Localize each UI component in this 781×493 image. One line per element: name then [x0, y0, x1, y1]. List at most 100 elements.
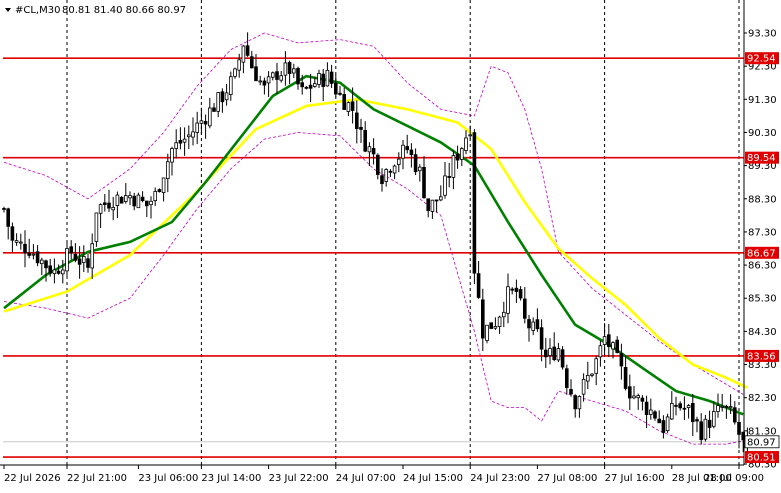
candle-body: [86, 258, 90, 268]
candle-body: [417, 166, 422, 172]
candle-body: [153, 191, 158, 202]
candle-body: [35, 251, 40, 264]
candle-body: [10, 226, 15, 241]
candle[interactable]: [560, 346, 565, 370]
candle-body: [296, 68, 300, 85]
candle-body: [552, 346, 556, 361]
candle-body: [342, 94, 346, 110]
level-price-tag-text: 92.54: [747, 54, 776, 65]
candle[interactable]: [485, 324, 489, 344]
candle-body: [678, 403, 682, 409]
level-price-tag-text: 83.56: [747, 351, 776, 362]
level-price-tag: 83.56: [745, 349, 779, 362]
candle-body: [375, 154, 380, 175]
candle-body: [128, 195, 132, 199]
candle-body: [598, 345, 603, 358]
candle-body: [619, 353, 624, 367]
candle-body: [560, 349, 565, 368]
candle-body: [388, 170, 393, 173]
level-price-tag: 86.67: [745, 246, 779, 259]
candle-body: [640, 397, 645, 402]
candle-body: [422, 166, 426, 199]
candle-body: [586, 374, 590, 382]
candle-body: [363, 129, 367, 152]
x-tick-label: 24 Jul 23:00: [470, 473, 530, 484]
candle-body: [468, 134, 472, 137]
candle-body: [2, 208, 6, 210]
candle-body: [544, 349, 548, 358]
candle-body: [594, 358, 598, 374]
last-price-tag: 80.97: [744, 435, 780, 448]
candle-body: [632, 395, 636, 399]
candle-body: [628, 386, 632, 399]
candle-body: [103, 202, 107, 205]
candle-body: [233, 68, 237, 77]
candle-body: [304, 86, 309, 89]
candle-body: [258, 80, 262, 83]
candle-body: [531, 321, 535, 331]
price-chart[interactable]: 93.30 92.30 91.30 90.30 89.30 88.30 87.30 86.30…: [0, 0, 781, 489]
candle-body: [149, 200, 153, 206]
candle-body: [447, 176, 451, 178]
chart-canvas[interactable]: 93.3092.3091.3090.3089.3088.3087.3086.30…: [0, 0, 781, 489]
candle-body: [699, 421, 703, 440]
candle-body: [380, 175, 384, 185]
candle-body: [716, 405, 720, 412]
candle-body: [451, 155, 456, 178]
candle-body: [733, 407, 737, 423]
candle-body: [31, 253, 36, 256]
candle-body: [279, 75, 283, 81]
candle-body: [455, 153, 460, 161]
candle-body: [535, 319, 540, 330]
candle[interactable]: [119, 196, 124, 204]
candle-body: [132, 195, 137, 207]
candle-body: [283, 62, 288, 76]
y-tick-label: 87.30: [748, 227, 777, 238]
candle[interactable]: [94, 212, 99, 247]
candle[interactable]: [136, 192, 141, 209]
candle-body: [40, 259, 44, 265]
candle-body: [144, 200, 149, 207]
x-tick-label: 22 Jul 2026: [4, 473, 61, 484]
candle-body: [611, 342, 615, 350]
candle[interactable]: [472, 129, 477, 284]
candle-body: [333, 82, 338, 95]
candle-body: [266, 76, 271, 84]
candle-body: [220, 91, 225, 103]
candle[interactable]: [703, 414, 708, 442]
candle-body: [275, 71, 279, 80]
candle-body: [27, 252, 31, 256]
candle-body: [262, 80, 267, 86]
candle-body: [464, 137, 468, 151]
candle-body: [384, 169, 388, 182]
candle-body: [737, 422, 741, 435]
candle[interactable]: [489, 322, 493, 329]
level-price-tag-text: 86.67: [747, 248, 776, 259]
candle-body: [670, 403, 674, 420]
candle-body: [518, 289, 523, 299]
candle-body: [77, 258, 82, 265]
candle-body: [350, 101, 355, 111]
candle-body: [136, 194, 141, 209]
candle-body: [712, 411, 716, 427]
x-tick-label: 28 Jul 09:00: [704, 473, 764, 484]
level-price-tag: 89.54: [745, 151, 779, 164]
candle-body: [23, 243, 27, 254]
candle-body: [430, 199, 435, 212]
level-price-tag-text: 89.54: [747, 153, 776, 164]
ohlc-readout: 80.81 81.40 80.66 80.97: [62, 5, 186, 16]
candle-body: [90, 243, 95, 269]
candle-body: [182, 138, 187, 143]
candle[interactable]: [665, 413, 670, 433]
candle-body: [367, 146, 372, 153]
level-price-tag: 80.51: [745, 451, 779, 464]
candle-body: [602, 336, 607, 345]
candle-body: [665, 416, 670, 432]
y-tick-label: 86.30: [748, 261, 777, 272]
candle-body: [527, 319, 531, 329]
candle-body: [6, 208, 10, 227]
x-tick-label: 23 Jul 22:00: [269, 473, 329, 484]
candle-body: [254, 66, 258, 82]
y-tick-label: 91.30: [748, 95, 777, 106]
candle-body: [203, 121, 208, 125]
